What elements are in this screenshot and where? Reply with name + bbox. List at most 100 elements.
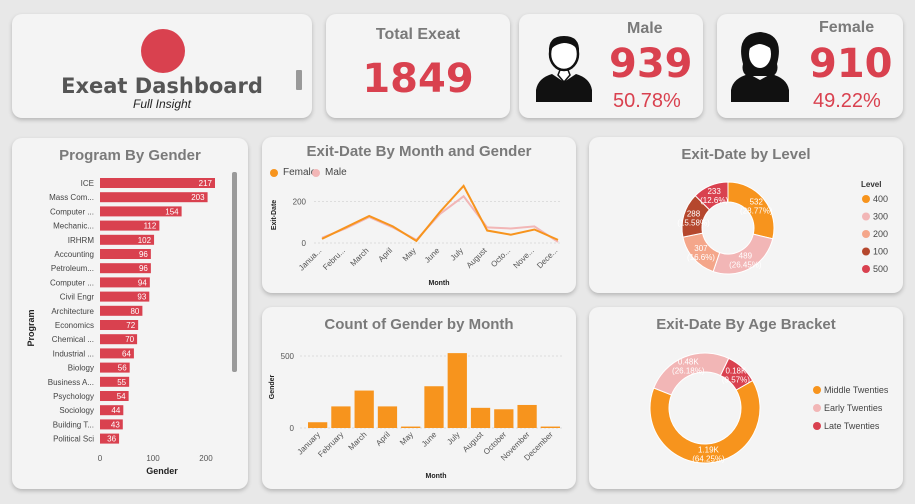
program-category-label: ICE <box>81 179 94 188</box>
line-x-tick: June <box>423 246 442 265</box>
line-y-axis-label: Exit-Date <box>271 200 278 230</box>
age-slice-percent: (9.57%) <box>722 376 750 385</box>
col-x-axis-label: Month <box>426 473 447 480</box>
program-bar-value: 96 <box>139 264 148 273</box>
line-x-tick: August <box>465 246 490 271</box>
col-x-tick: July <box>445 430 461 446</box>
level-legend-dot <box>862 265 870 273</box>
line-x-tick: July <box>449 246 465 262</box>
program-bar-value: 43 <box>111 420 120 429</box>
program-bar-value: 94 <box>138 278 147 287</box>
program-category-label: Economics <box>55 321 94 330</box>
col-bar <box>401 426 421 428</box>
age-slice-percent: (64.25%) <box>692 454 725 463</box>
age-slice-value: 1.19K <box>698 445 720 454</box>
gender-month-bar-chart: 0500JanuaryFebruary March April May June July… <box>269 352 562 480</box>
program-bar-value: 154 <box>165 207 179 216</box>
col-bar <box>470 407 491 428</box>
program-bar-value: 96 <box>139 250 148 259</box>
program-bar-value: 54 <box>117 392 126 401</box>
line-series-female <box>321 184 559 243</box>
level-slice-value: 532 <box>750 198 764 207</box>
program-x-tick: 0 <box>98 454 103 463</box>
col-y-tick: 0 <box>290 424 295 433</box>
program-bar-value: 55 <box>117 378 126 387</box>
program-scrollbar[interactable] <box>232 172 237 372</box>
program-x-axis-label: Gender <box>146 466 178 476</box>
program-category-label: Computer ... <box>50 278 94 287</box>
age-legend-label: Middle Twenties <box>824 385 889 395</box>
program-category-label: Sociology <box>59 406 94 415</box>
level-slice-value: 307 <box>694 244 708 253</box>
level-slice-percent: (15.58%) <box>677 219 710 228</box>
program-category-label: Political Sci <box>53 435 94 444</box>
program-bar-value: 203 <box>191 193 205 202</box>
age-slice-percent: (26.18%) <box>672 367 705 376</box>
program-chart-card: Program By Gender ICE 217 Mass Com... 203 Co… <box>12 138 248 489</box>
level-legend-label: 100 <box>873 247 888 257</box>
level-legend-label: 300 <box>873 212 888 222</box>
line-series-male <box>321 194 559 243</box>
male-label: Male <box>627 20 663 37</box>
col-bar <box>377 406 398 428</box>
line-x-tick: Dece... <box>535 246 559 270</box>
program-bar-value: 72 <box>126 321 135 330</box>
program-bar-value: 44 <box>111 406 120 415</box>
program-x-tick: 200 <box>199 454 213 463</box>
dashboard-subtitle: Full Insight <box>132 97 192 111</box>
program-x-tick: 100 <box>146 454 160 463</box>
month-gender-line-chart: 0 200 Janua...Febru... March April May June Jul… <box>271 184 562 287</box>
male-count: 939 <box>609 41 693 87</box>
line-x-tick: Nove... <box>512 246 536 270</box>
male-card: Male 939 50.78% <box>519 14 703 118</box>
age-legend-dot <box>813 422 821 430</box>
program-bar-chart: ICE 217 Mass Com... 203 Computer ... 154 Mecha… <box>26 178 215 476</box>
month-gender-card: Exit-Date By Month and Gender Female Mal… <box>262 137 576 293</box>
level-slice-percent: (26.45%) <box>729 261 762 270</box>
program-category-label: Accounting <box>54 250 94 259</box>
header-card: Exeat Dashboard Full Insight <box>12 14 312 118</box>
female-count: 910 <box>809 41 893 87</box>
program-category-label: Building T... <box>53 420 94 429</box>
col-bar <box>494 409 514 428</box>
scroll-handle[interactable] <box>296 70 302 90</box>
col-bar <box>517 404 537 428</box>
line-x-tick: March <box>349 246 371 268</box>
col-bar <box>424 386 444 428</box>
program-category-label: IRHRM <box>68 236 95 245</box>
program-category-label: Computer ... <box>50 207 94 216</box>
age-legend-dot <box>813 386 821 394</box>
program-bar-value: 102 <box>138 236 152 245</box>
age-donut-chart: 1.19K(64.25%) 0.48K(26.18%) 0.18K(9.57%) Mi… <box>649 352 889 464</box>
program-category-label: Business A... <box>48 378 94 387</box>
age-legend-label: Early Twenties <box>824 403 883 413</box>
col-bar <box>331 406 351 428</box>
level-slice-percent: (16.6%) <box>687 253 715 262</box>
level-slice-percent: (28.77%) <box>740 207 773 216</box>
level-legend-dot <box>862 195 870 203</box>
program-category-label: Mass Com... <box>49 193 94 202</box>
age-legend-label: Late Twenties <box>824 421 880 431</box>
program-bar-value: 36 <box>107 435 116 444</box>
col-x-tick: June <box>420 430 439 449</box>
col-x-tick: February <box>316 430 345 459</box>
col-x-tick: March <box>347 430 369 452</box>
col-bar <box>354 390 374 428</box>
program-bar-value: 112 <box>144 222 157 231</box>
program-category-label: Psychology <box>53 392 94 401</box>
program-category-label: Industrial ... <box>53 349 94 358</box>
col-y-axis-label: Gender <box>269 374 276 399</box>
level-slice-percent: (12.6%) <box>700 196 728 205</box>
program-category-label: Mechanic... <box>53 222 94 231</box>
level-legend-label: 500 <box>873 264 888 274</box>
gender-month-card: Count of Gender by Month 0 500 January Febr… <box>262 307 576 489</box>
total-exeat-card: Total Exeat 1849 <box>326 14 510 118</box>
col-bar <box>308 422 328 428</box>
line-x-axis-label: Month <box>429 280 450 287</box>
total-exeat-label: Total Exeat <box>375 26 461 43</box>
line-x-tick: Febru... <box>321 246 347 272</box>
female-label: Female <box>819 19 875 36</box>
level-card: Exit-Date by Level 532 (28.77%) 489 (26.45%… <box>589 137 903 293</box>
col-x-tick: May <box>398 430 415 447</box>
line-x-tick: Octo... <box>489 246 512 269</box>
